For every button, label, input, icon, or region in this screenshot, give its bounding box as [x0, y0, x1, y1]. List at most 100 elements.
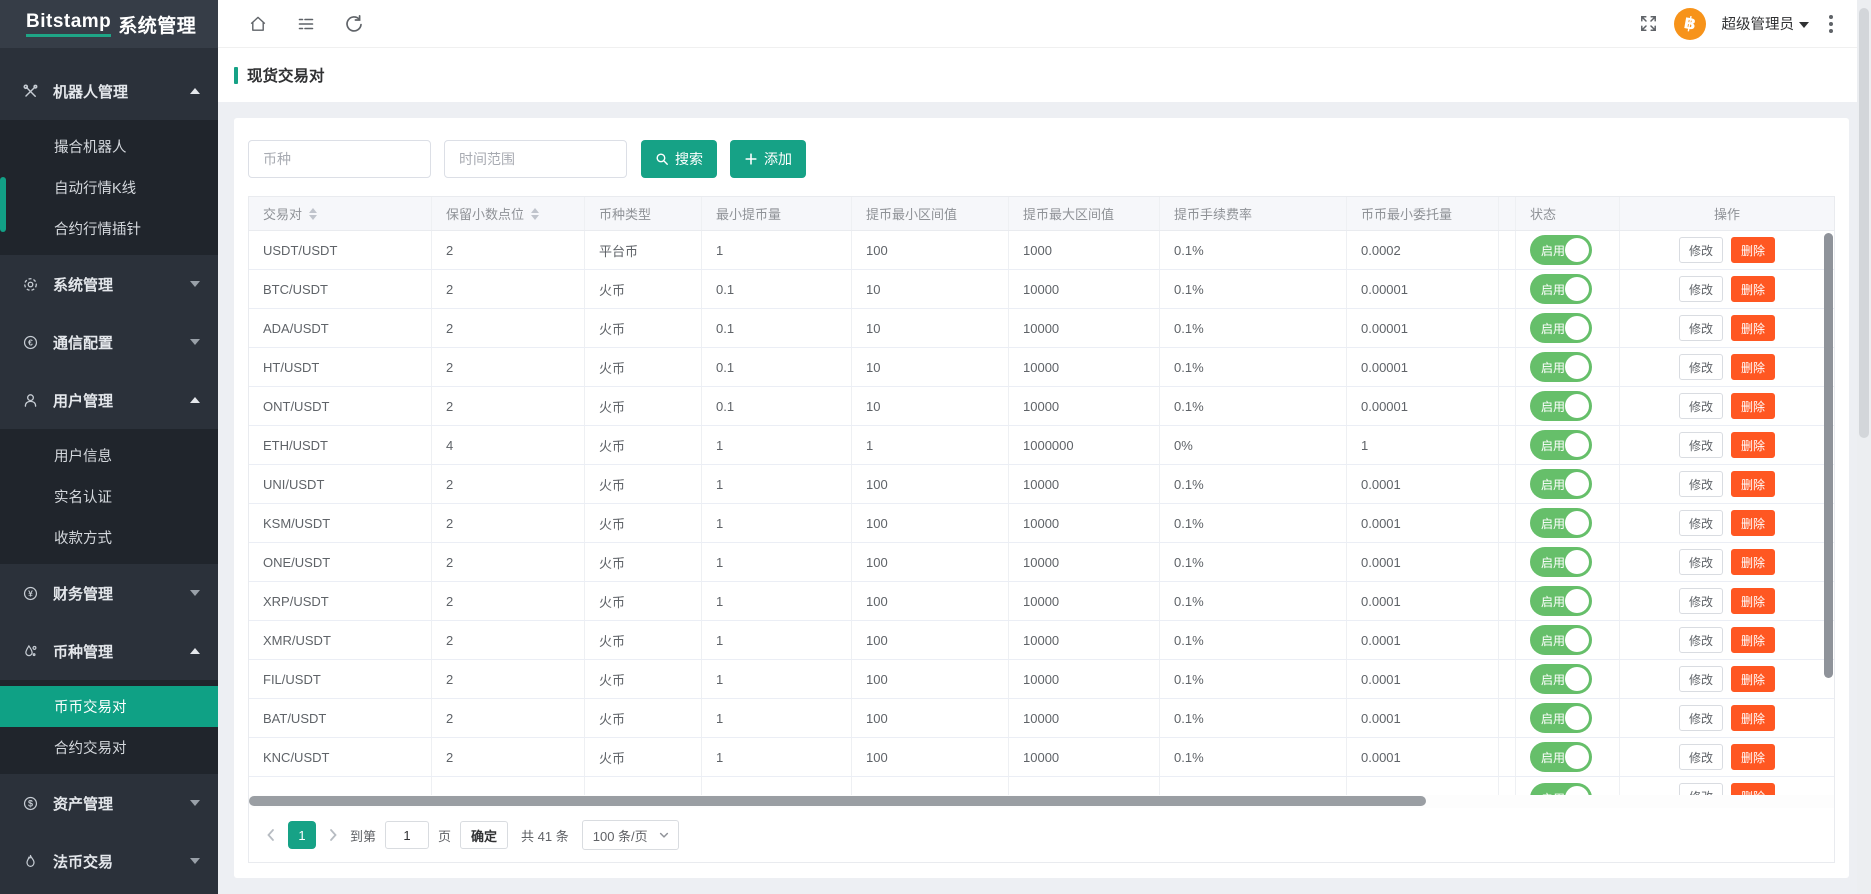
edit-button[interactable]: 修改	[1679, 627, 1723, 653]
more-icon[interactable]	[1825, 13, 1837, 35]
currency-input[interactable]	[248, 140, 431, 178]
table-cell: 0.1	[702, 387, 852, 425]
page-scrollbar-thumb[interactable]	[1859, 8, 1869, 438]
page-number-button[interactable]: 1	[288, 821, 316, 849]
status-toggle[interactable]: 启用	[1530, 391, 1592, 421]
status-toggle[interactable]: 启用	[1530, 664, 1592, 694]
edit-button[interactable]: 修改	[1679, 276, 1723, 302]
refresh-icon[interactable]	[344, 14, 364, 34]
delete-button[interactable]: 删除	[1731, 354, 1775, 380]
sort-icon[interactable]	[531, 208, 539, 220]
delete-button[interactable]: 删除	[1731, 744, 1775, 770]
table-cell: 修改删除	[1620, 231, 1834, 269]
status-toggle-label: 启用	[1541, 359, 1565, 376]
status-toggle[interactable]: 启用	[1530, 703, 1592, 733]
edit-button[interactable]: 修改	[1679, 432, 1723, 458]
delete-button[interactable]: 删除	[1731, 627, 1775, 653]
user-name: 超级管理员	[1722, 13, 1795, 34]
sort-icon[interactable]	[309, 208, 317, 220]
status-toggle[interactable]: 启用	[1530, 235, 1592, 265]
delete-button[interactable]: 删除	[1731, 315, 1775, 341]
status-toggle[interactable]: 启用	[1530, 352, 1592, 382]
delete-button[interactable]: 删除	[1731, 276, 1775, 302]
edit-button[interactable]: 修改	[1679, 354, 1723, 380]
edit-button[interactable]: 修改	[1679, 783, 1723, 795]
sidebar-item-user-info[interactable]: 用户信息	[0, 435, 218, 476]
status-toggle[interactable]: 启用	[1530, 274, 1592, 304]
delete-button[interactable]: 删除	[1731, 237, 1775, 263]
status-toggle[interactable]: 启用	[1530, 469, 1592, 499]
confirm-button[interactable]: 确定	[460, 821, 508, 849]
sidebar-item-contract-pairs[interactable]: 合约交易对	[0, 727, 218, 768]
delete-button[interactable]: 删除	[1731, 393, 1775, 419]
user-menu[interactable]: 超级管理员	[1722, 13, 1810, 34]
edit-button[interactable]: 修改	[1679, 315, 1723, 341]
menu-fold-icon[interactable]	[296, 14, 316, 34]
sidebar-item-system-management[interactable]: 系统管理	[0, 255, 218, 313]
status-toggle[interactable]: 启用	[1530, 625, 1592, 655]
table-cell: 启用	[1516, 231, 1620, 269]
next-page-icon[interactable]	[325, 827, 341, 843]
table-cell: 0.1%	[1160, 348, 1347, 386]
status-toggle[interactable]: 启用	[1530, 783, 1592, 795]
sidebar-item-currency-management[interactable]: 币种管理	[0, 622, 218, 680]
status-toggle[interactable]: 启用	[1530, 586, 1592, 616]
edit-button[interactable]: 修改	[1679, 393, 1723, 419]
col-pair[interactable]: 交易对	[249, 197, 432, 230]
sidebar-item-fiat-trade[interactable]: 法币交易	[0, 832, 218, 890]
add-button[interactable]: 添加	[730, 140, 806, 178]
sidebar-item-matching-robot[interactable]: 撮合机器人	[0, 126, 218, 167]
edit-button[interactable]: 修改	[1679, 471, 1723, 497]
delete-button[interactable]: 删除	[1731, 666, 1775, 692]
edit-button[interactable]: 修改	[1679, 705, 1723, 731]
sidebar-item-comm-config[interactable]: € 通信配置	[0, 313, 218, 371]
home-icon[interactable]	[248, 14, 268, 34]
sidebar-scrollbar-thumb[interactable]	[0, 177, 6, 232]
daterange-input[interactable]	[444, 140, 627, 178]
status-toggle[interactable]: 启用	[1530, 508, 1592, 538]
status-toggle[interactable]: 启用	[1530, 742, 1592, 772]
delete-button[interactable]: 删除	[1731, 783, 1775, 795]
table-cell: 0.0001	[1347, 504, 1499, 542]
edit-button[interactable]: 修改	[1679, 510, 1723, 536]
delete-button[interactable]: 删除	[1731, 432, 1775, 458]
avatar[interactable]: ฿	[1674, 8, 1706, 40]
horizontal-scrollbar-thumb[interactable]	[249, 796, 1426, 806]
delete-button[interactable]: 删除	[1731, 705, 1775, 731]
sidebar-item-robot-management[interactable]: 机器人管理	[0, 62, 218, 120]
status-toggle[interactable]: 启用	[1530, 547, 1592, 577]
sidebar-item-contract-pin[interactable]: 合约行情插针	[0, 208, 218, 249]
col-spacer	[1499, 197, 1516, 230]
delete-button[interactable]: 删除	[1731, 471, 1775, 497]
goto-page-input[interactable]	[385, 821, 429, 849]
sidebar-item-kyc[interactable]: 实名认证	[0, 476, 218, 517]
page-size-select[interactable]: 100 条/页	[582, 820, 679, 850]
edit-button[interactable]: 修改	[1679, 237, 1723, 263]
table-row: ONE/USDT2火币1100100000.1%0.0001启用修改删除	[249, 543, 1834, 582]
table-vertical-scrollbar[interactable]	[1824, 233, 1833, 678]
table-cell: 修改删除	[1620, 660, 1834, 698]
sidebar-item-finance-management[interactable]: ¥ 财务管理	[0, 564, 218, 622]
edit-button[interactable]: 修改	[1679, 549, 1723, 575]
col-decimals[interactable]: 保留小数点位	[432, 197, 585, 230]
edit-button[interactable]: 修改	[1679, 588, 1723, 614]
page-scrollbar[interactable]	[1857, 0, 1871, 894]
sidebar-item-payment-method[interactable]: 收款方式	[0, 517, 218, 558]
search-button[interactable]: 搜索	[641, 140, 717, 178]
sidebar-item-auto-kline[interactable]: 自动行情K线	[0, 167, 218, 208]
prev-page-icon[interactable]	[263, 827, 279, 843]
status-toggle[interactable]: 启用	[1530, 430, 1592, 460]
edit-button[interactable]: 修改	[1679, 744, 1723, 770]
table-cell: 0.00001	[1347, 309, 1499, 347]
table-cell: 2	[432, 231, 585, 269]
sidebar-item-user-management[interactable]: 用户管理	[0, 371, 218, 429]
delete-button[interactable]: 删除	[1731, 588, 1775, 614]
sidebar-item-spot-pairs[interactable]: 币币交易对	[0, 686, 218, 727]
edit-button[interactable]: 修改	[1679, 666, 1723, 692]
status-toggle[interactable]: 启用	[1530, 313, 1592, 343]
delete-button[interactable]: 删除	[1731, 549, 1775, 575]
table-cell	[1499, 270, 1516, 308]
fullscreen-icon[interactable]	[1639, 14, 1658, 33]
delete-button[interactable]: 删除	[1731, 510, 1775, 536]
sidebar-item-asset-management[interactable]: $ 资产管理	[0, 774, 218, 832]
